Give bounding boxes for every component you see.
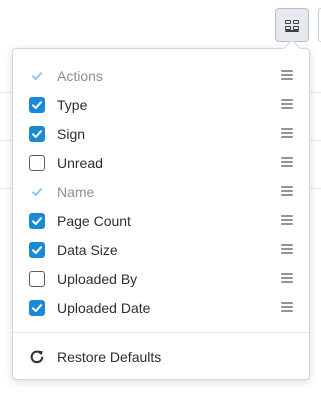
drag-handle-icon[interactable] [281,186,293,196]
check-icon [32,71,42,80]
column-item-label: Data Size [57,241,118,258]
column-item-sign[interactable]: Sign [13,119,309,148]
columns-menu: Actions Type Sign Unread Name Page Count Data … [12,39,310,380]
column-item-label: Unread [57,154,103,171]
column-item-label: Page Count [57,212,131,229]
drag-handle-icon[interactable] [281,244,293,254]
column-checkbox[interactable] [29,270,45,287]
column-item-data-size[interactable]: Data Size [13,235,309,264]
restore-defaults-label: Restore Defaults [57,349,162,365]
columns-toggle-button[interactable] [275,8,309,42]
check-icon [32,129,42,138]
refresh-icon [30,350,44,364]
grid-columns-icon [285,20,299,30]
drag-handle-icon[interactable] [281,157,293,167]
check-icon [32,187,42,196]
column-item-label: Uploaded Date [57,299,151,316]
menu-divider [13,332,309,333]
column-item-page-count[interactable]: Page Count [13,206,309,235]
column-item-label: Uploaded By [57,270,138,287]
restore-defaults-button[interactable]: Restore Defaults [29,345,161,369]
column-item-name[interactable]: Name [13,177,309,206]
column-item-label: Name [57,183,95,200]
drag-handle-icon[interactable] [281,302,293,312]
column-checkbox[interactable] [29,154,45,171]
check-icon [32,245,42,254]
drag-handle-icon[interactable] [281,273,293,283]
column-item-label: Sign [57,125,86,142]
column-item-uploaded-by[interactable]: Uploaded By [13,264,309,293]
column-checkbox[interactable] [29,241,45,258]
column-checkbox[interactable] [29,299,45,316]
drag-handle-icon[interactable] [281,128,293,138]
drag-handle-icon[interactable] [281,70,293,80]
column-item-label: Type [57,96,88,113]
column-list: Actions Type Sign Unread Name Page Count Data … [13,49,309,322]
column-item-uploaded-date[interactable]: Uploaded Date [13,293,309,322]
column-item-unread[interactable]: Unread [13,148,309,177]
drag-handle-icon[interactable] [281,99,293,109]
check-icon [32,100,42,109]
column-item-type[interactable]: Type [13,90,309,119]
drag-handle-icon[interactable] [281,215,293,225]
check-icon [32,216,42,225]
column-item-actions[interactable]: Actions [13,61,309,90]
check-icon [32,303,42,312]
column-item-label: Actions [57,67,103,84]
page: Actions Type Sign Unread Name Page Count Data … [0,0,321,396]
column-checkbox [29,183,45,200]
column-checkbox[interactable] [29,212,45,229]
column-checkbox[interactable] [29,96,45,113]
column-checkbox [29,67,45,84]
column-checkbox[interactable] [29,125,45,142]
